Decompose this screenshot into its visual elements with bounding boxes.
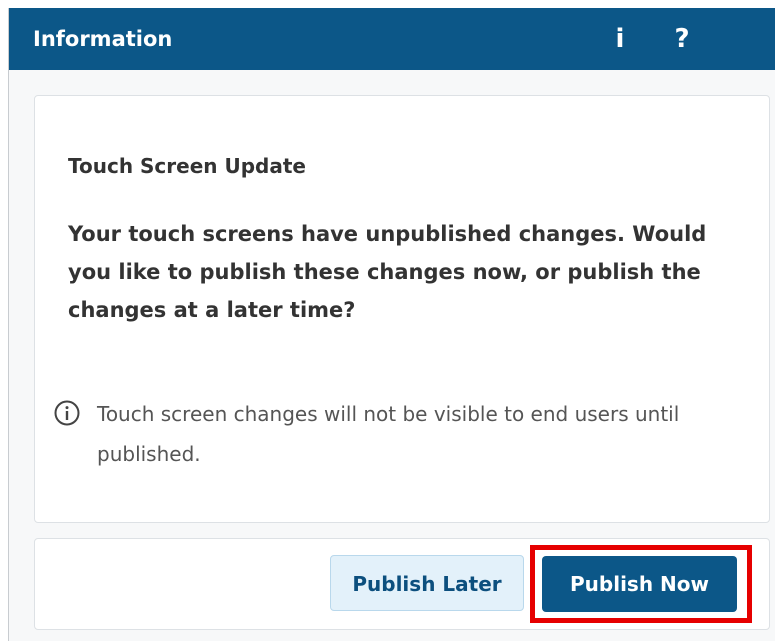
help-button[interactable]: ? [665,22,699,56]
info-circle-icon [54,400,80,426]
info-button[interactable]: i [603,22,637,56]
information-dialog: Information i ? Touch Screen Update Your… [8,8,775,641]
update-message: Your touch screens have unpublished chan… [68,222,707,322]
publish-note: Touch screen changes will not be visible… [97,402,680,466]
publish-now-button[interactable]: Publish Now [542,556,737,612]
content-card: Touch Screen Update Your touch screens h… [34,95,770,523]
dialog-title: Information [33,27,173,51]
update-title: Touch Screen Update [68,154,306,178]
publish-later-button[interactable]: Publish Later [330,555,524,611]
dialog-header: Information i ? [9,8,775,70]
dialog-footer: Publish Later Publish Now [34,538,770,630]
